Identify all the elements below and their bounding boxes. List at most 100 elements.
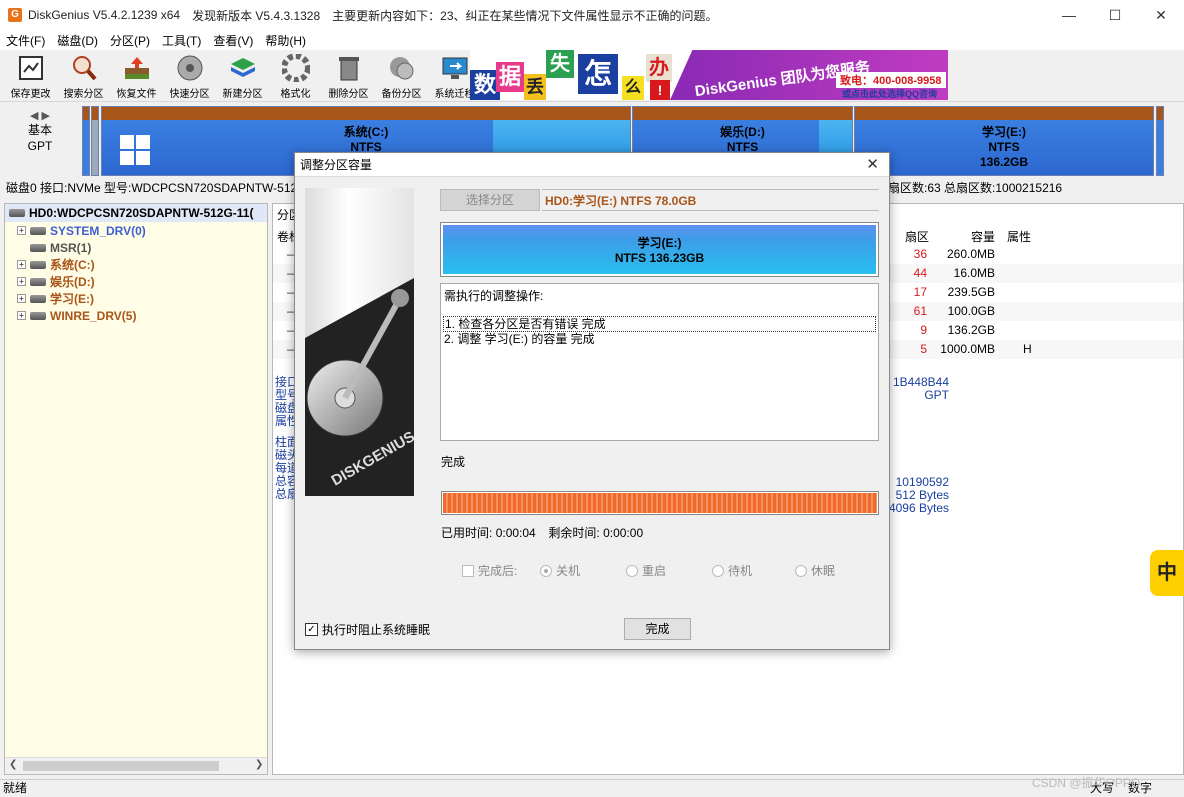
menu-partition[interactable]: 分区(P): [110, 32, 150, 49]
backup-partition-button[interactable]: 备份分区: [375, 50, 428, 100]
col-attr-header[interactable]: 属性: [1007, 228, 1031, 245]
disk-nav-arrows[interactable]: ◀ ▶: [0, 109, 80, 122]
tree-node[interactable]: + 系统(C:): [5, 256, 267, 273]
tree-node-label: MSR(1): [50, 240, 92, 255]
progress-fill: [443, 493, 877, 513]
app-logo-icon: G: [8, 8, 22, 22]
checkmark-icon: ✓: [305, 623, 318, 636]
banner-char-3: 丢: [524, 74, 546, 100]
cell-sector: 44: [913, 266, 927, 280]
tree-node[interactable]: + 娱乐(D:): [5, 273, 267, 290]
select-partition-button[interactable]: 选择分区: [440, 189, 540, 211]
menu-bar: 文件(F) 磁盘(D) 分区(P) 工具(T) 查看(V) 帮助(H): [0, 30, 1184, 50]
disk-icon: [175, 54, 205, 82]
save-changes-button[interactable]: 保存更改: [4, 50, 57, 100]
expand-icon[interactable]: +: [17, 260, 26, 269]
migrate-icon: [440, 54, 470, 82]
search-partition-button[interactable]: 搜索分区: [57, 50, 110, 100]
disk-type: 基本: [27, 123, 52, 137]
finish-button[interactable]: 完成: [624, 618, 691, 640]
scroll-left-icon[interactable]: ❮: [9, 759, 17, 770]
partition-icon: [30, 243, 46, 252]
cell-sector: 9: [920, 323, 927, 337]
scrollbar-thumb[interactable]: [23, 761, 219, 771]
radio-standby[interactable]: 待机: [712, 562, 752, 579]
maximize-button[interactable]: ☐: [1092, 0, 1138, 30]
banner-char-4: 失: [546, 50, 574, 78]
cell-size: 239.5GB: [947, 285, 995, 299]
format-button[interactable]: 格式化: [269, 50, 322, 100]
col-sector-header[interactable]: 扇区: [905, 228, 929, 245]
menu-help[interactable]: 帮助(H): [265, 32, 306, 49]
partition-e-fs: NTFS: [988, 140, 1020, 154]
operation-item[interactable]: 1. 检查各分区是否有错误 完成: [443, 316, 876, 332]
radio-restart[interactable]: 重启: [626, 562, 666, 579]
tree-node[interactable]: MSR(1): [5, 239, 267, 256]
title-bar: G DiskGenius V5.4.2.1239 x64 发现新版本 V5.4.…: [0, 0, 1184, 30]
target-partition-name: 学习(E:): [637, 236, 682, 250]
detail-text: 4096 Bytes: [888, 501, 949, 515]
trash-icon: [334, 54, 364, 82]
operation-item[interactable]: 2. 调整 学习(E:) 的容量 完成: [443, 332, 876, 348]
close-button[interactable]: ✕: [1138, 0, 1184, 30]
recover-files-button[interactable]: 恢复文件: [110, 50, 163, 100]
tree-node-label: 娱乐(D:): [50, 275, 95, 289]
after-completion-checkbox[interactable]: 完成后:: [462, 562, 517, 579]
radio-hibernate[interactable]: 休眠: [795, 562, 835, 579]
partition-icon: [30, 294, 46, 303]
expand-icon[interactable]: +: [17, 311, 26, 320]
prevent-sleep-checkbox[interactable]: ✓ 执行时阻止系统睡眠: [305, 621, 430, 638]
tree-node[interactable]: + SYSTEM_DRV(0): [5, 222, 267, 239]
expand-icon[interactable]: +: [17, 277, 26, 286]
dialog-title-bar: 调整分区容量: [295, 153, 889, 177]
partition-block-e[interactable]: 学习(E:) NTFS 136.2GB: [854, 106, 1154, 176]
hard-drive-image: DISKGENIUS: [305, 278, 414, 496]
radio-shutdown[interactable]: 关机: [540, 562, 580, 579]
tree-root-disk[interactable]: HD0:WDCPCSN720SDAPNTW-512G-11(: [5, 204, 267, 222]
col-size-header[interactable]: 容量: [971, 228, 995, 245]
new-partition-button[interactable]: 新建分区: [216, 50, 269, 100]
banner-qq-link[interactable]: 或点击此处选择QQ咨询: [842, 87, 937, 100]
format-icon: [281, 54, 311, 82]
disk-illustration: DISKGENIUS: [305, 188, 414, 496]
update-notice[interactable]: 发现新版本 V5.4.3.1328: [192, 7, 320, 24]
partition-c-name: 系统(C:): [343, 125, 389, 139]
window-title: DiskGenius V5.4.2.1239 x64: [28, 8, 181, 22]
minimize-button[interactable]: —: [1046, 0, 1092, 30]
backup-icon: [387, 54, 417, 82]
elapsed-label: 已用时间:: [441, 526, 493, 540]
partition-block-winre[interactable]: [1156, 106, 1164, 176]
target-partition-info: NTFS 136.23GB: [614, 251, 705, 265]
menu-tools[interactable]: 工具(T): [162, 32, 201, 49]
partition-icon: [30, 311, 46, 320]
partition-icon: [30, 277, 46, 286]
menu-file[interactable]: 文件(F): [6, 32, 45, 49]
expand-icon[interactable]: +: [17, 294, 26, 303]
cell-size: 136.2GB: [947, 323, 995, 337]
recover-icon: [122, 54, 152, 82]
partition-d-name: 娱乐(D:): [720, 125, 765, 139]
ad-banner[interactable]: 数 据 丢 失 怎 么 办 ! DiskGenius 团队为您服务 致电：400…: [470, 50, 948, 100]
disk-tree: HD0:WDCPCSN720SDAPNTW-512G-11( + SYSTEM_D…: [4, 203, 268, 775]
partition-block-system-drv[interactable]: [82, 106, 90, 176]
delete-partition-button[interactable]: 删除分区: [322, 50, 375, 100]
tree-node[interactable]: + WINRE_DRV(5): [5, 307, 267, 324]
ime-indicator[interactable]: 中: [1150, 550, 1184, 596]
partition-block-msr[interactable]: [91, 106, 99, 176]
tree-node-label: WINRE_DRV(5): [50, 308, 137, 323]
scroll-right-icon[interactable]: ❯: [255, 759, 263, 770]
menu-disk[interactable]: 磁盘(D): [57, 32, 98, 49]
tree-node-label: SYSTEM_DRV(0): [50, 223, 146, 238]
expand-icon[interactable]: +: [17, 226, 26, 235]
menu-view[interactable]: 查看(V): [213, 32, 253, 49]
partition-e-size: 136.2GB: [979, 155, 1029, 169]
time-info: 已用时间: 0:00:04 剩余时间: 0:00:00: [441, 524, 643, 541]
dialog-close-icon[interactable]: ✕: [866, 155, 879, 173]
update-detail: 主要更新内容如下：23、纠正在某些情况下文件属性显示不正确的问题。: [332, 8, 718, 23]
tree-node[interactable]: + 学习(E:): [5, 290, 267, 307]
quick-partition-button[interactable]: 快速分区: [163, 50, 216, 100]
tree-horizontal-scrollbar[interactable]: ❮ ❯: [5, 757, 267, 774]
remaining-value: 0:00:00: [603, 526, 644, 540]
partition-e-name: 学习(E:): [982, 125, 1026, 139]
banner-char-2: 据: [496, 62, 524, 92]
